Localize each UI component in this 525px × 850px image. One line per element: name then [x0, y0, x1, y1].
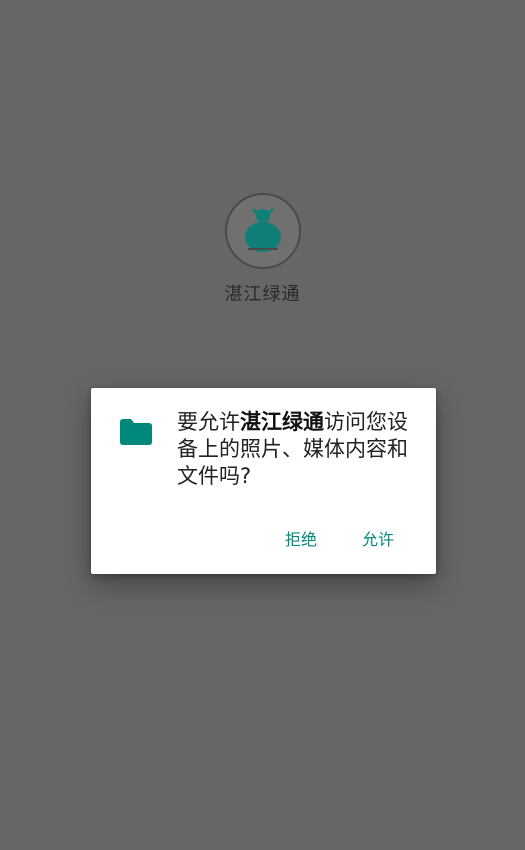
permission-dialog: 要允许湛江绿通访问您设备上的照片、媒体内容和文件吗? 拒绝 允许: [91, 388, 436, 574]
message-prefix: 要允许: [177, 410, 240, 434]
message-app-name: 湛江绿通: [240, 410, 324, 434]
deny-button[interactable]: 拒绝: [285, 526, 317, 550]
permission-message: 要允许湛江绿通访问您设备上的照片、媒体内容和文件吗?: [177, 409, 419, 490]
allow-button[interactable]: 允许: [362, 526, 394, 550]
app-logo: [224, 192, 302, 270]
folder-icon: [118, 418, 154, 446]
splash-app-name: 湛江绿通: [224, 284, 301, 305]
